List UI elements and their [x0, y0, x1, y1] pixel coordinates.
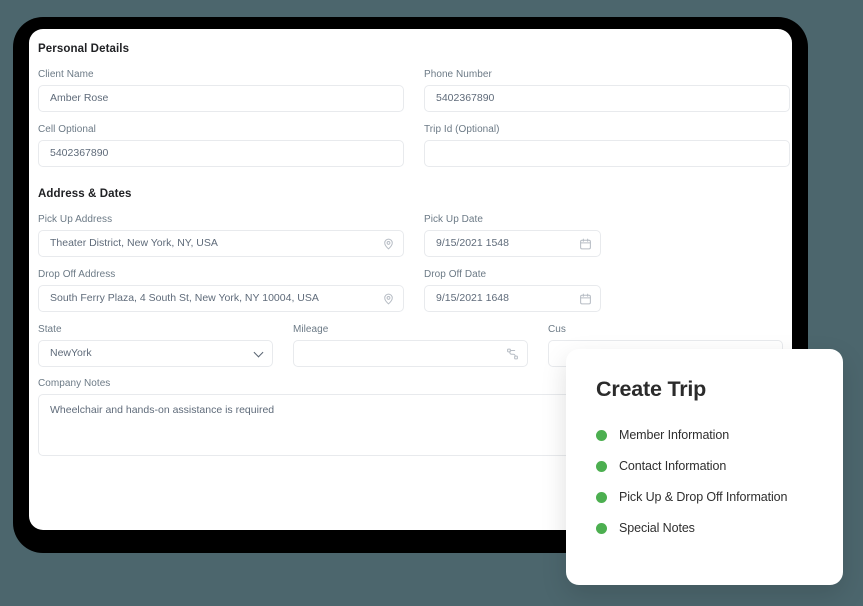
client-name-label: Client Name: [38, 69, 94, 80]
trip-id-label: Trip Id (Optional): [424, 124, 500, 135]
drop-off-date-input[interactable]: 9/15/2021 1648: [425, 286, 600, 311]
drop-off-date-control[interactable]: 9/15/2021 1648: [424, 285, 601, 312]
bullet-dot-icon: [596, 491, 607, 503]
create-trip-title: Create Trip: [596, 377, 707, 401]
pick-up-address-control[interactable]: Theater District, New York, NY, USA: [38, 230, 404, 257]
cell-optional-input[interactable]: 5402367890: [39, 141, 403, 166]
cell-optional-label: Cell Optional: [38, 124, 96, 135]
create-trip-item-label: Contact Information: [619, 459, 727, 473]
field-trip-id: Trip Id (Optional): [424, 124, 790, 167]
list-item[interactable]: Special Notes: [596, 521, 819, 535]
drop-off-address-control[interactable]: South Ferry Plaza, 4 South St, New York,…: [38, 285, 404, 312]
pick-up-address-input[interactable]: Theater District, New York, NY, USA: [39, 231, 403, 256]
trip-id-control[interactable]: [424, 140, 790, 167]
bullet-dot-icon: [596, 522, 607, 534]
create-trip-item-label: Pick Up & Drop Off Information: [619, 490, 788, 504]
drop-off-address-label: Drop Off Address: [38, 269, 116, 280]
client-name-control[interactable]: Amber Rose: [38, 85, 404, 112]
pick-up-date-input[interactable]: 9/15/2021 1548: [425, 231, 600, 256]
section-title-address-dates: Address & Dates: [38, 188, 132, 200]
pick-up-date-control[interactable]: 9/15/2021 1548: [424, 230, 601, 257]
create-trip-item-label: Special Notes: [619, 521, 695, 535]
pick-up-date-label: Pick Up Date: [424, 214, 483, 225]
list-item[interactable]: Pick Up & Drop Off Information: [596, 490, 819, 504]
trip-id-input[interactable]: [425, 141, 789, 166]
row-pickup: Pick Up Address Theater District, New Yo…: [38, 214, 766, 257]
mileage-control[interactable]: [293, 340, 528, 367]
field-client-name: Client Name Amber Rose: [38, 69, 404, 112]
mileage-input[interactable]: [294, 341, 527, 366]
field-drop-off-date: Drop Off Date 9/15/2021 1648: [424, 269, 601, 312]
state-select[interactable]: NewYork: [38, 340, 273, 367]
create-trip-item-label: Member Information: [619, 428, 730, 442]
row-cell-tripid: Cell Optional 5402367890 Trip Id (Option…: [38, 124, 790, 167]
cell-optional-control[interactable]: 5402367890: [38, 140, 404, 167]
client-name-input[interactable]: Amber Rose: [39, 86, 403, 111]
field-state: State NewYork: [38, 324, 273, 367]
mileage-label: Mileage: [293, 324, 329, 335]
state-label: State: [38, 324, 62, 335]
pick-up-address-label: Pick Up Address: [38, 214, 113, 225]
row-dropoff: Drop Off Address South Ferry Plaza, 4 So…: [38, 269, 766, 312]
field-pick-up-date: Pick Up Date 9/15/2021 1548: [424, 214, 601, 257]
state-selected-value: NewYork: [50, 347, 92, 359]
create-trip-card: Create Trip Member Information Contact I…: [566, 349, 843, 585]
custom-label: Cus: [548, 324, 566, 335]
field-mileage: Mileage: [293, 324, 528, 367]
field-cell-optional: Cell Optional 5402367890: [38, 124, 404, 167]
bullet-dot-icon: [596, 460, 607, 472]
section-title-personal-details: Personal Details: [38, 43, 130, 55]
phone-number-control[interactable]: 5402367890: [424, 85, 790, 112]
drop-off-address-input[interactable]: South Ferry Plaza, 4 South St, New York,…: [39, 286, 403, 311]
field-drop-off-address: Drop Off Address South Ferry Plaza, 4 So…: [38, 269, 404, 312]
field-pick-up-address: Pick Up Address Theater District, New Yo…: [38, 214, 404, 257]
create-trip-step-list: Member Information Contact Information P…: [596, 428, 819, 535]
phone-number-label: Phone Number: [424, 69, 492, 80]
field-phone-number: Phone Number 5402367890: [424, 69, 790, 112]
list-item[interactable]: Contact Information: [596, 459, 819, 473]
phone-number-input[interactable]: 5402367890: [425, 86, 789, 111]
drop-off-date-label: Drop Off Date: [424, 269, 487, 280]
list-item[interactable]: Member Information: [596, 428, 819, 442]
row-name-phone: Client Name Amber Rose Phone Number 5402…: [38, 69, 790, 112]
bullet-dot-icon: [596, 429, 607, 441]
